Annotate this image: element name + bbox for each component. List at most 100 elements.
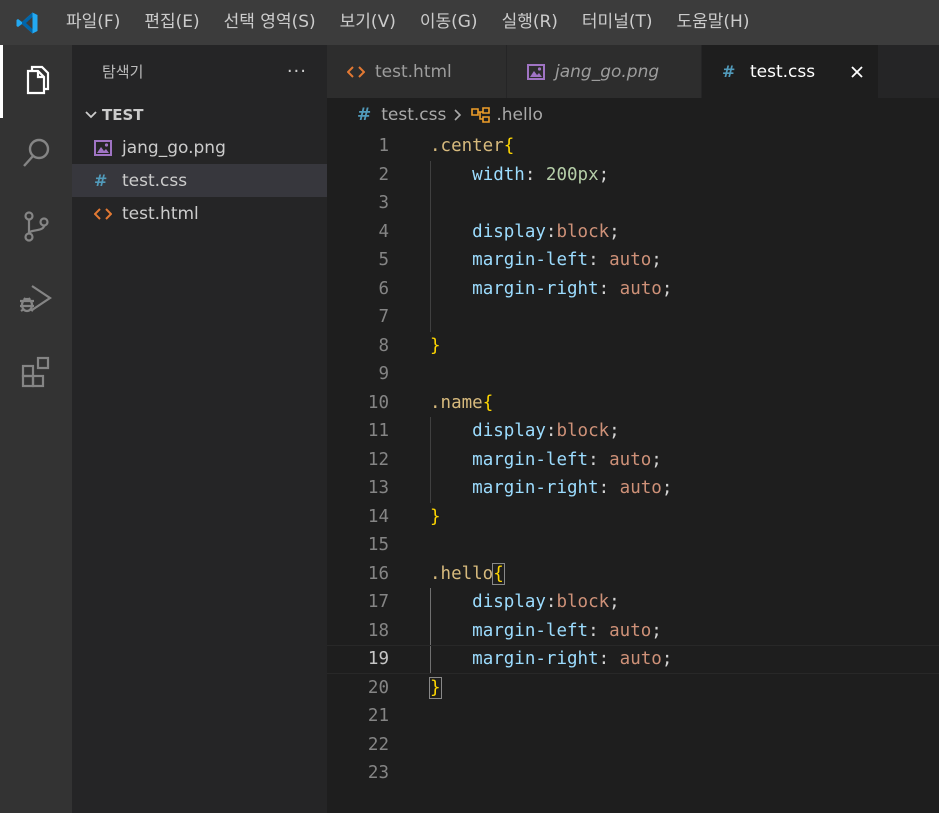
code-line: 21 — [327, 702, 939, 731]
tab[interactable]: # test.css — [702, 45, 879, 98]
code-text: .hello{ — [430, 562, 505, 585]
line-number: 6 — [378, 278, 389, 299]
activity-run-debug[interactable] — [0, 264, 72, 337]
breadcrumb-file-label: test.css — [381, 105, 447, 125]
file-row[interactable]: # test.css — [72, 164, 327, 197]
code-token: } — [430, 506, 441, 527]
code-line: 8} — [327, 332, 939, 361]
html-file-icon — [347, 65, 375, 79]
menu-item[interactable]: 보기(V) — [328, 0, 408, 45]
line-number: 13 — [367, 478, 389, 499]
close-icon[interactable] — [850, 45, 864, 98]
tab-bar: test.html jang_go.png # test.css — [327, 45, 939, 98]
code-token: ; — [651, 620, 662, 641]
activity-bar — [0, 45, 72, 813]
code-token: : — [598, 649, 620, 670]
tab-label: test.html — [375, 61, 452, 82]
code-line: 9 — [327, 360, 939, 389]
run-debug-icon — [16, 281, 56, 321]
tab-label: test.css — [750, 61, 816, 82]
activity-source-control[interactable] — [0, 191, 72, 264]
line-number: 7 — [378, 307, 389, 328]
breadcrumb-file[interactable]: # test.css — [357, 105, 446, 125]
code-token: ; — [661, 478, 673, 499]
code-text: margin-left: auto; — [430, 450, 662, 470]
line-number: 14 — [367, 506, 389, 527]
menu-item[interactable]: 편집(E) — [132, 0, 211, 45]
code-token: block — [556, 221, 610, 242]
code-token: .name — [430, 392, 483, 413]
code-text: display:block; — [430, 222, 620, 242]
file-row[interactable]: jang_go.png — [72, 131, 327, 164]
file-list: jang_go.png # test.css test.html — [72, 131, 327, 230]
line-number: 2 — [378, 164, 389, 185]
vscode-logo-icon — [0, 0, 54, 45]
menu-item[interactable]: 터미널(T) — [570, 0, 665, 45]
line-number: 4 — [378, 221, 389, 242]
code-line: 1 .center{ — [327, 132, 939, 161]
code-token: margin-left — [472, 250, 589, 271]
file-label: jang_go.png — [122, 137, 226, 158]
code-line: 22 — [327, 731, 939, 760]
activity-explorer[interactable] — [0, 45, 72, 118]
code-line: 7 — [327, 303, 939, 332]
tab[interactable]: jang_go.png — [507, 45, 702, 98]
breadcrumb-symbol[interactable]: .hello — [470, 105, 543, 125]
code-text: .name{ — [430, 393, 493, 413]
menu-item[interactable]: 파일(F) — [54, 0, 132, 45]
more-actions-icon[interactable]: ··· — [287, 61, 307, 82]
code-line: 12 margin-left: auto; — [327, 446, 939, 475]
line-number: 18 — [367, 620, 389, 641]
code-token: : — [588, 449, 610, 470]
line-number: 8 — [378, 335, 389, 356]
code-token: ; — [661, 649, 673, 670]
extensions-icon — [18, 354, 54, 394]
code-token: margin-right — [472, 278, 599, 299]
image-file-icon — [527, 63, 555, 80]
menu-item[interactable]: 선택 영역(S) — [212, 0, 328, 45]
activity-extensions[interactable] — [0, 337, 72, 410]
code-token: 200px — [545, 164, 599, 185]
folder-row[interactable]: TEST — [72, 98, 327, 131]
code-line: 3 — [327, 189, 939, 218]
code-editor[interactable]: 1 .center{2 width: 200px; 3 4 display:block… — [327, 132, 939, 813]
line-number: 15 — [367, 535, 389, 556]
code-token: : — [524, 164, 546, 185]
code-token: ; — [598, 164, 610, 185]
menu-item[interactable]: 실행(R) — [490, 0, 570, 45]
line-number: 23 — [367, 763, 389, 784]
menu-item[interactable]: 도움말(H) — [665, 0, 762, 45]
code-token: { — [503, 136, 515, 157]
sidebar-title: 탐색기 — [102, 63, 144, 81]
code-token: ; — [609, 421, 620, 442]
css-file-icon: # — [94, 171, 108, 190]
code-line: 11 display:block; — [327, 417, 939, 446]
tab-label: jang_go.png — [555, 61, 660, 82]
activity-search[interactable] — [0, 118, 72, 191]
code-text: margin-right: auto; — [430, 478, 672, 498]
menu-bar: 파일(F) 편집(E) 선택 영역(S) 보기(V) 이동(G) 실행(R) 터미널(T) 도… — [54, 0, 761, 45]
code-line: 2 width: 200px; — [327, 161, 939, 190]
code-line: 10 .name{ — [327, 389, 939, 418]
line-number: 11 — [367, 421, 389, 442]
code-line: 20} — [327, 674, 939, 703]
code-line: 13 margin-right: auto; — [327, 474, 939, 503]
code-token: margin-left — [472, 449, 589, 470]
menu-item[interactable]: 이동(G) — [408, 0, 490, 45]
file-label: test.css — [122, 170, 188, 191]
file-row[interactable]: test.html — [72, 197, 327, 230]
code-token: width — [472, 164, 525, 185]
code-token: margin-left — [472, 620, 589, 641]
tab[interactable]: test.html — [327, 45, 507, 98]
code-token: ; — [651, 449, 662, 470]
code-line: 5 margin-left: auto; — [327, 246, 939, 275]
code-line: 15 — [327, 531, 939, 560]
code-token: { — [482, 392, 494, 413]
code-token: margin-right — [472, 649, 599, 670]
code-token: block — [556, 421, 610, 442]
